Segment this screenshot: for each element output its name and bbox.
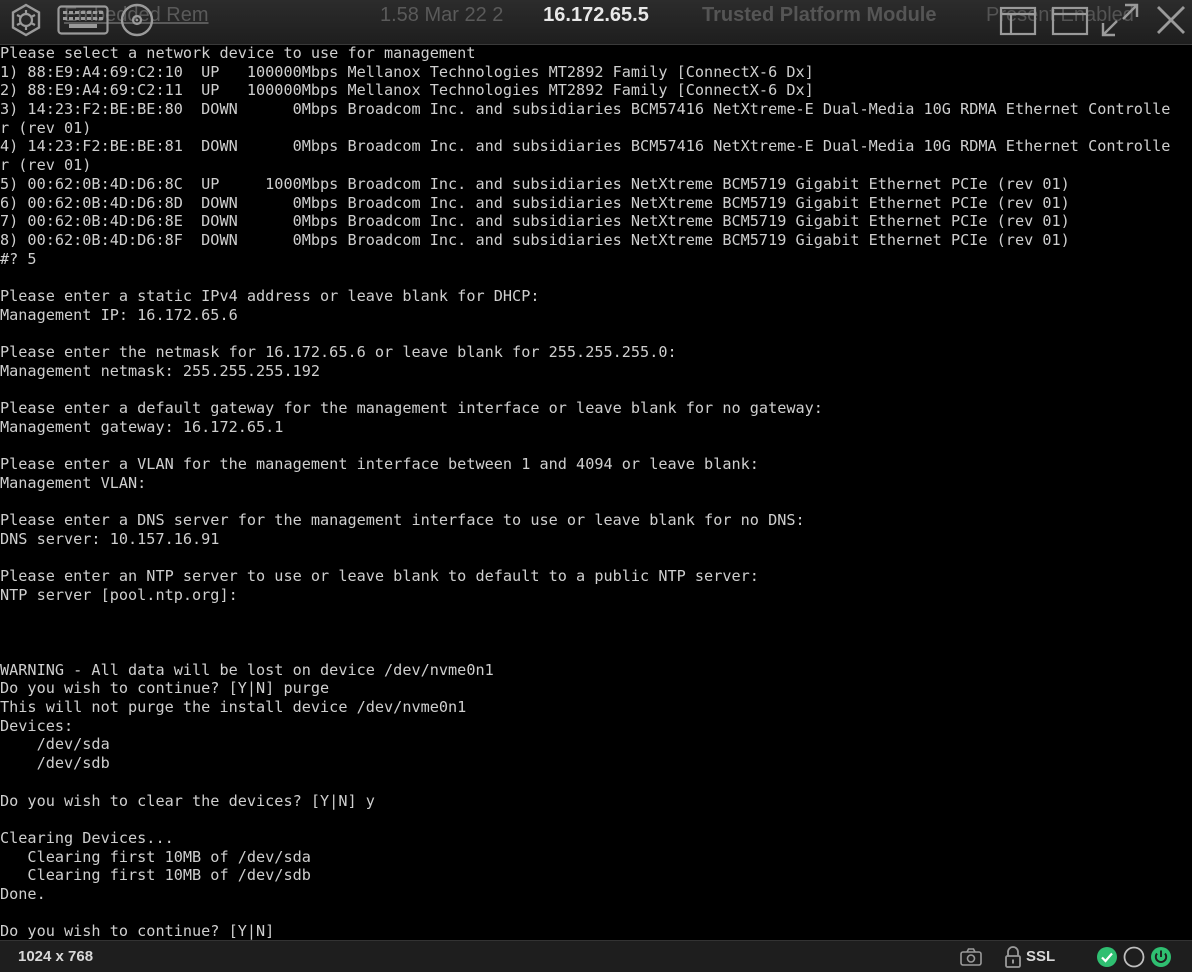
console-line: Do you wish to clear the devices? [Y|N] … <box>0 791 375 810</box>
camera-icon[interactable] <box>959 946 983 968</box>
console-screen[interactable]: Please select a network device to use fo… <box>0 44 1192 940</box>
console-line: 1) 88:E9:A4:69:C2:10 UP 100000Mbps Mella… <box>0 62 814 81</box>
console-line: /dev/sda <box>0 735 110 754</box>
status-bar: 1024 x 768 SSL <box>0 940 1192 972</box>
ssl-label: SSL <box>1026 948 1056 965</box>
console-line: Clearing Devices... <box>0 828 174 847</box>
remote-console-window: Embedded Rem 1.58 Mar 22 2 Trusted Platf… <box>0 0 1192 972</box>
console-line: Please enter a DNS server for the manage… <box>0 511 805 530</box>
restore-window-icon[interactable] <box>998 3 1038 37</box>
console-line: Please select a network device to use fo… <box>0 44 476 62</box>
console-line: r (rev 01) <box>0 118 92 137</box>
close-icon[interactable] <box>1152 3 1190 37</box>
console-line: #? 5 <box>0 249 37 268</box>
console-line: Please enter a static IPv4 address or le… <box>0 286 540 305</box>
console-line: Please enter the netmask for 16.172.65.6… <box>0 343 677 361</box>
console-line: 4) 14:23:F2:BE:BE:81 DOWN 0Mbps Broadcom… <box>0 137 1171 156</box>
console-line: Do you wish to continue? [Y|N] <box>0 922 275 940</box>
fullscreen-icon[interactable] <box>1100 3 1140 37</box>
power-icon[interactable] <box>1150 946 1172 968</box>
remote-console-logo-icon[interactable] <box>6 3 46 37</box>
console-line: NTP server [pool.ntp.org]: <box>0 585 238 604</box>
lock-icon <box>1004 946 1022 968</box>
console-line: 2) 88:E9:A4:69:C2:11 UP 100000Mbps Mella… <box>0 81 814 100</box>
console-line: Management VLAN: <box>0 473 147 492</box>
console-line: Devices: <box>0 716 74 735</box>
console-line: Please enter a VLAN for the management i… <box>0 455 759 474</box>
console-line: This will not purge the install device /… <box>0 698 467 717</box>
console-line: Please enter a default gateway for the m… <box>0 399 823 418</box>
resolution-label: 1024 x 768 <box>18 948 94 965</box>
console-line: Please enter an NTP server to use or lea… <box>0 567 759 586</box>
console-line: 5) 00:62:0B:4D:D6:8C UP 1000Mbps Broadco… <box>0 174 1070 193</box>
console-line: Done. <box>0 884 46 903</box>
console-line: /dev/sdb <box>0 754 110 773</box>
console-line: 8) 00:62:0B:4D:D6:8F DOWN 0Mbps Broadcom… <box>0 230 1070 249</box>
keyboard-icon[interactable] <box>56 3 110 37</box>
virtual-media-disc-icon[interactable] <box>118 3 156 37</box>
console-line: WARNING - All data will be lost on devic… <box>0 660 494 679</box>
console-line: Management gateway: 16.172.65.1 <box>0 417 284 436</box>
maximize-window-icon[interactable] <box>1050 3 1090 37</box>
title-bar: Embedded Rem 1.58 Mar 22 2 Trusted Platf… <box>0 0 1192 45</box>
console-line: Clearing first 10MB of /dev/sda <box>0 847 311 866</box>
console-line: Management netmask: 255.255.255.192 <box>0 361 321 380</box>
console-line: 6) 00:62:0B:4D:D6:8D DOWN 0Mbps Broadcom… <box>0 193 1070 212</box>
console-line: Do you wish to continue? [Y|N] purge <box>0 679 330 698</box>
check-circle-icon <box>1096 946 1118 968</box>
empty-circle-icon <box>1123 946 1145 968</box>
console-line: Management IP: 16.172.65.6 <box>0 305 238 324</box>
console-line: 3) 14:23:F2:BE:BE:80 DOWN 0Mbps Broadcom… <box>0 100 1171 119</box>
console-line: Clearing first 10MB of /dev/sdb <box>0 866 311 885</box>
console-line: r (rev 01) <box>0 156 92 175</box>
console-line: DNS server: 10.157.16.91 <box>0 529 220 548</box>
console-line: 7) 00:62:0B:4D:D6:8E DOWN 0Mbps Broadcom… <box>0 212 1070 231</box>
